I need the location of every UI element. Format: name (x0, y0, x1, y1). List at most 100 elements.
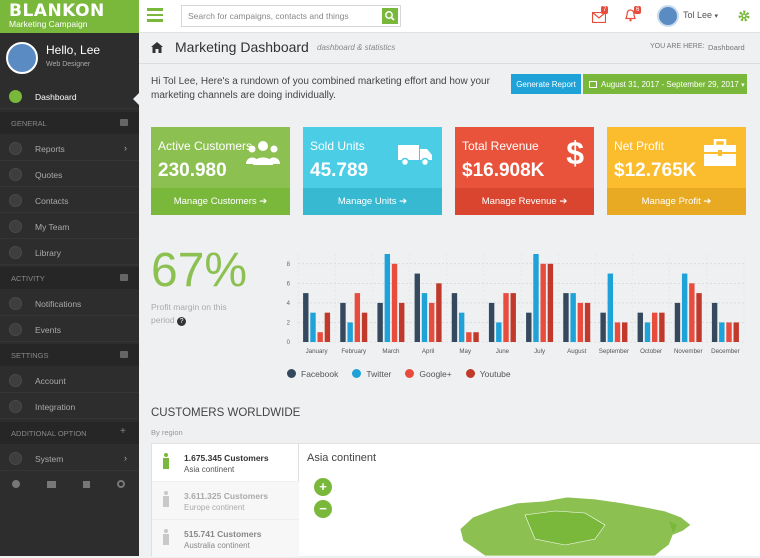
monitor-icon[interactable] (47, 481, 56, 488)
greeting: Hello, Lee (46, 43, 100, 57)
reports-icon (9, 142, 22, 155)
bar-facebook-june[interactable] (488, 302, 495, 342)
sidebar-item-system[interactable]: System › (0, 446, 139, 471)
bar-youtube-may[interactable] (473, 332, 479, 342)
bar-google-february[interactable] (354, 293, 361, 342)
power-icon[interactable] (117, 480, 125, 488)
sidebar-item-library[interactable]: Library (0, 240, 139, 265)
sidebar-item-events[interactable]: Events (0, 317, 139, 342)
question-icon[interactable]: ? (177, 317, 187, 326)
bar-youtube-january[interactable] (324, 312, 331, 342)
sidebar-item-account[interactable]: Account (0, 368, 139, 393)
bar-google-august[interactable] (577, 302, 584, 342)
bar-facebook-november[interactable] (674, 302, 681, 342)
region-item-europe[interactable]: 3.611.325 Customers Europe continent (152, 482, 299, 520)
zoom-out-button[interactable]: − (314, 500, 332, 518)
sidebar-item-quotes[interactable]: Quotes (0, 162, 139, 187)
breadcrumb[interactable]: Dashboard (708, 43, 745, 52)
bar-twitter-february[interactable] (347, 322, 353, 342)
bar-google-april[interactable] (428, 302, 435, 342)
bar-twitter-august[interactable] (570, 293, 576, 342)
bar-youtube-october[interactable] (659, 312, 665, 342)
avatar[interactable] (6, 42, 38, 74)
bar-youtube-june[interactable] (510, 293, 516, 342)
manage-units-link[interactable]: Manage Units ➔ (303, 188, 442, 215)
bar-google-january[interactable] (317, 332, 323, 342)
region-list: 1.675.345 Customers Asia continent 3.611… (151, 443, 299, 558)
manage-profit-link[interactable]: Manage Profit ➔ (607, 188, 746, 215)
bar-google-september[interactable] (614, 322, 621, 342)
bar-youtube-february[interactable] (361, 312, 368, 342)
legend-item-youtube[interactable]: Youtube (465, 369, 511, 379)
bar-facebook-july[interactable] (526, 312, 532, 342)
gear-icon[interactable] (737, 9, 751, 28)
bar-twitter-march[interactable] (384, 254, 391, 342)
bar-facebook-september[interactable] (600, 312, 606, 342)
bar-google-december[interactable] (726, 322, 732, 342)
legend-swatch (405, 369, 415, 378)
bar-twitter-april[interactable] (421, 293, 428, 342)
legend-item-google[interactable]: Google+ (405, 369, 452, 379)
legend-item-twitter[interactable]: Twitter (352, 369, 391, 379)
bar-twitter-november[interactable] (681, 273, 688, 342)
bar-facebook-april[interactable] (414, 273, 420, 342)
manage-customers-link[interactable]: Manage Customers ➔ (151, 188, 290, 215)
bar-youtube-november[interactable] (696, 293, 702, 342)
bar-youtube-september[interactable] (622, 322, 628, 342)
date-range-picker[interactable]: August 31, 2017 - September 29, 2017 ▾ (583, 74, 747, 94)
sidebar-item-contacts[interactable]: Contacts (0, 188, 139, 213)
bar-google-may[interactable] (466, 332, 472, 342)
sidebar-profile: Hello, Lee Web Designer (0, 33, 139, 83)
lock-icon[interactable] (83, 481, 90, 488)
bar-twitter-may[interactable] (458, 312, 465, 342)
bar-twitter-june[interactable] (496, 322, 502, 342)
bar-twitter-december[interactable] (719, 322, 725, 342)
bar-facebook-december[interactable] (711, 302, 718, 342)
bar-google-october[interactable] (651, 312, 658, 342)
zoom-in-button[interactable]: + (314, 478, 332, 496)
bar-youtube-july[interactable] (547, 263, 554, 342)
profit-label-text: Profit margin on this period (151, 302, 227, 325)
x-tick-label: November (674, 348, 703, 355)
bar-facebook-february[interactable] (340, 302, 346, 342)
avatar[interactable] (657, 5, 679, 27)
bar-twitter-september[interactable] (607, 273, 614, 342)
manage-revenue-link[interactable]: Manage Revenue ➔ (455, 188, 594, 215)
sidebar-item-my-team[interactable]: My Team (0, 214, 139, 239)
bar-facebook-may[interactable] (451, 293, 458, 342)
bar-google-july[interactable] (540, 263, 546, 342)
region-item-asia[interactable]: 1.675.345 Customers Asia continent (152, 444, 299, 482)
bar-twitter-october[interactable] (644, 322, 651, 342)
sidebar-item-reports[interactable]: Reports › (0, 136, 139, 161)
person-icon (163, 529, 169, 545)
chart-legend: Facebook Twitter Google+ Youtube (287, 369, 525, 381)
brand-logo[interactable]: BLANKON Marketing Campaign (0, 0, 139, 33)
x-tick-label: February (341, 348, 367, 355)
bar-google-march[interactable] (391, 263, 398, 342)
bar-youtube-april[interactable] (436, 283, 442, 342)
bar-google-june[interactable] (503, 293, 509, 342)
sidebar-item-notifications[interactable]: Notifications (0, 291, 139, 316)
search-button[interactable] (382, 8, 398, 24)
region-item-australia[interactable]: 515.741 Customers Australia continent (152, 520, 299, 558)
bar-facebook-january[interactable] (303, 293, 309, 342)
legend-item-facebook[interactable]: Facebook (287, 369, 338, 379)
search-input[interactable]: Search for campaigns, contacts and thing… (181, 5, 401, 27)
plus-icon[interactable]: + (120, 426, 128, 437)
user-menu[interactable]: Tol Lee ▾ (683, 10, 718, 20)
settings-icon[interactable] (12, 480, 20, 488)
asia-map[interactable] (455, 495, 695, 556)
menu-toggle-icon[interactable] (147, 8, 163, 22)
bar-facebook-august[interactable] (563, 293, 569, 342)
sidebar-item-dashboard[interactable]: Dashboard (0, 84, 139, 109)
generate-report-button[interactable]: Generate Report (511, 74, 581, 94)
bar-youtube-august[interactable] (584, 302, 591, 342)
bar-youtube-december[interactable] (733, 322, 739, 342)
bar-twitter-july[interactable] (533, 254, 539, 342)
bar-facebook-october[interactable] (637, 312, 643, 342)
bar-facebook-march[interactable] (377, 302, 383, 342)
bar-google-november[interactable] (689, 283, 695, 342)
bar-twitter-january[interactable] (310, 312, 316, 342)
bar-youtube-march[interactable] (399, 302, 405, 342)
sidebar-item-integration[interactable]: Integration (0, 394, 139, 419)
